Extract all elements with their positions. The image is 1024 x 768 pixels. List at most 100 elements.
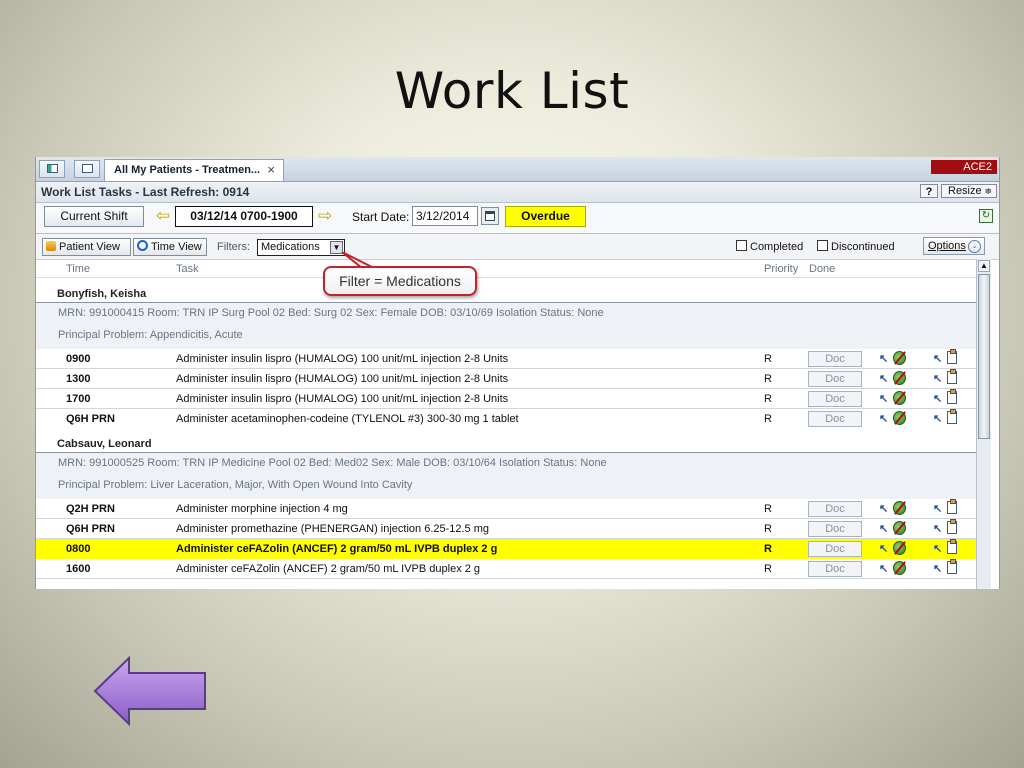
clipboard-icon[interactable] [947, 409, 957, 424]
worklist-tab-icon[interactable] [39, 160, 65, 178]
current-shift-button[interactable]: Current Shift [44, 206, 144, 227]
task-time: Q6H PRN [66, 413, 115, 425]
task-time: Q6H PRN [66, 523, 115, 535]
med-admin-icon[interactable] [893, 521, 906, 535]
pointer-icon[interactable]: ↖ [879, 502, 888, 515]
pointer-icon[interactable]: ↖ [933, 562, 942, 575]
doc-button[interactable]: Doc [808, 371, 862, 387]
pointer-icon[interactable]: ↖ [879, 522, 888, 535]
work-list-window: All My Patients - Treatmen... × ACE2 Wor… [35, 157, 1000, 589]
calendar-button[interactable] [481, 207, 499, 225]
pointer-icon[interactable]: ↖ [933, 542, 942, 555]
med-admin-icon[interactable] [893, 351, 906, 365]
pointer-icon[interactable]: ↖ [933, 352, 942, 365]
task-time: 1700 [66, 393, 91, 405]
start-date-input[interactable]: 3/12/2014 [412, 206, 478, 226]
table-row[interactable]: 1700 Administer insulin lispro (HUMALOG)… [36, 389, 976, 409]
patient-demographics: MRN: 991000415 Room: TRN IP Surg Pool 02… [58, 307, 604, 319]
clipboard-icon[interactable] [947, 519, 957, 534]
pointer-icon[interactable]: ↖ [933, 522, 942, 535]
tab-all-my-patients[interactable]: All My Patients - Treatmen... × [104, 159, 284, 181]
shift-range-display: 03/12/14 0700-1900 [175, 206, 313, 227]
options-button[interactable]: Options ⌄ [923, 237, 985, 255]
pointer-icon[interactable]: ↖ [879, 372, 888, 385]
task-priority: R [764, 543, 772, 555]
clipboard-icon[interactable] [947, 349, 957, 364]
med-admin-icon[interactable] [893, 561, 906, 575]
column-header-task[interactable]: Task [176, 263, 199, 275]
pointer-icon[interactable]: ↖ [933, 392, 942, 405]
pointer-icon[interactable]: ↖ [933, 502, 942, 515]
principal-problem: Principal Problem: Liver Laceration, Maj… [58, 479, 413, 491]
table-row[interactable]: Q2H PRN Administer morphine injection 4 … [36, 499, 976, 519]
med-admin-icon[interactable] [893, 541, 906, 555]
task-priority: R [764, 413, 772, 425]
table-row[interactable]: 0900 Administer insulin lispro (HUMALOG)… [36, 349, 976, 369]
doc-button[interactable]: Doc [808, 411, 862, 427]
pointer-icon[interactable]: ↖ [879, 562, 888, 575]
table-row[interactable]: Q6H PRN Administer promethazine (PHENERG… [36, 519, 976, 539]
table-row[interactable]: Q6H PRN Administer acetaminophen-codeine… [36, 409, 976, 429]
vertical-scrollbar[interactable]: ▲ [976, 259, 991, 589]
refresh-icon[interactable]: ↻ [979, 209, 993, 223]
doc-button[interactable]: Doc [808, 561, 862, 577]
overdue-button[interactable]: Overdue [505, 206, 586, 227]
clipboard-icon[interactable] [947, 389, 957, 404]
resize-button[interactable]: Resize ≑ [941, 184, 997, 198]
task-description: Administer insulin lispro (HUMALOG) 100 … [176, 353, 509, 365]
patient-info: MRN: 991000525 Room: TRN IP Medicine Poo… [36, 453, 976, 499]
completed-checkbox[interactable]: Completed [736, 240, 803, 253]
patient-info: MRN: 991000415 Room: TRN IP Surg Pool 02… [36, 303, 976, 349]
doc-button[interactable]: Doc [808, 501, 862, 517]
start-date-label: Start Date: [352, 210, 410, 224]
task-list: Bonyfish, Keisha MRN: 991000415 Room: TR… [36, 277, 976, 589]
chart-tab-icon[interactable] [74, 160, 100, 178]
close-icon[interactable]: × [267, 162, 275, 177]
task-time: 0900 [66, 353, 91, 365]
patient-icon [46, 241, 56, 251]
clipboard-icon[interactable] [947, 369, 957, 384]
table-row-overdue[interactable]: 0800 Administer ceFAZolin (ANCEF) 2 gram… [36, 539, 976, 559]
doc-button[interactable]: Doc [808, 391, 862, 407]
table-row[interactable]: 1300 Administer insulin lispro (HUMALOG)… [36, 369, 976, 389]
clipboard-icon[interactable] [947, 499, 957, 514]
tab-label: All My Patients - Treatmen... [114, 164, 261, 176]
med-admin-icon[interactable] [893, 391, 906, 405]
previous-shift-icon[interactable]: ⇦ [156, 207, 170, 225]
task-description: Administer morphine injection 4 mg [176, 503, 348, 515]
task-description: Administer insulin lispro (HUMALOG) 100 … [176, 373, 509, 385]
pointer-icon[interactable]: ↖ [879, 352, 888, 365]
shift-toolbar: Current Shift ⇦ 03/12/14 0700-1900 ⇨ Sta… [36, 203, 999, 234]
back-arrow-icon[interactable] [93, 656, 207, 726]
patient-name[interactable]: Cabsauv, Leonard [57, 438, 152, 450]
pointer-icon[interactable]: ↖ [879, 392, 888, 405]
pointer-icon[interactable]: ↖ [933, 372, 942, 385]
scroll-up-icon[interactable]: ▲ [978, 260, 990, 272]
med-admin-icon[interactable] [893, 371, 906, 385]
column-header-done[interactable]: Done [809, 263, 835, 275]
doc-button[interactable]: Doc [808, 521, 862, 537]
resize-icon: ≑ [984, 186, 992, 196]
doc-button[interactable]: Doc [808, 351, 862, 367]
filters-label: Filters: [217, 241, 250, 253]
next-shift-icon[interactable]: ⇨ [318, 207, 332, 225]
med-admin-icon[interactable] [893, 501, 906, 515]
tab-bar: All My Patients - Treatmen... × ACE2 [36, 157, 999, 182]
pointer-icon[interactable]: ↖ [879, 542, 888, 555]
pointer-icon[interactable]: ↖ [933, 412, 942, 425]
pointer-icon[interactable]: ↖ [879, 412, 888, 425]
time-view-button[interactable]: Time View [133, 238, 207, 256]
patient-view-button[interactable]: Patient View [42, 238, 131, 256]
help-button[interactable]: ? [920, 184, 938, 198]
doc-button[interactable]: Doc [808, 541, 862, 557]
table-row[interactable]: 1600 Administer ceFAZolin (ANCEF) 2 gram… [36, 559, 976, 579]
column-header-priority[interactable]: Priority [764, 263, 798, 275]
patient-name[interactable]: Bonyfish, Keisha [57, 288, 146, 300]
scroll-thumb[interactable] [978, 274, 990, 439]
filter-select[interactable]: Medications ▼ [257, 239, 345, 256]
med-admin-icon[interactable] [893, 411, 906, 425]
clipboard-icon[interactable] [947, 559, 957, 574]
discontinued-checkbox[interactable]: Discontinued [817, 240, 895, 253]
column-header-time[interactable]: Time [66, 263, 90, 275]
clipboard-icon[interactable] [947, 539, 957, 554]
